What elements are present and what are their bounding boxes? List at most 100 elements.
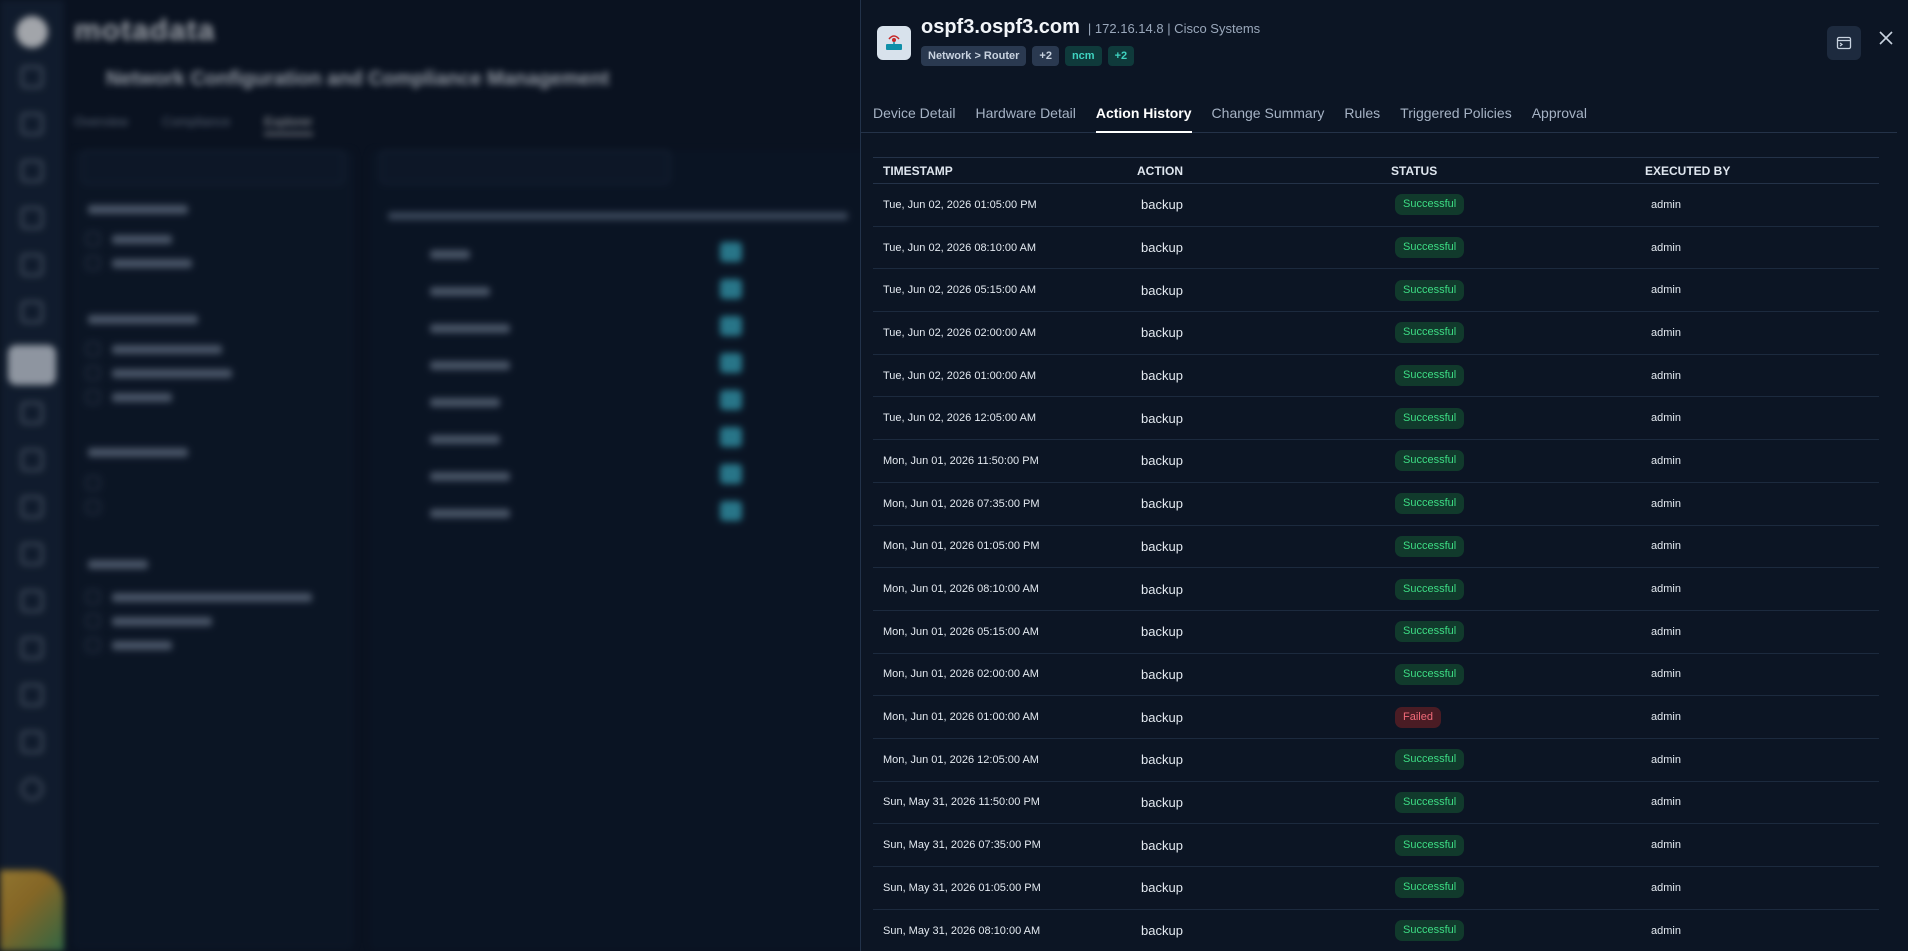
tab-explorer: Explorer [264,114,313,135]
grid-row-text [430,509,510,518]
cell-status: Successful [1381,439,1635,483]
filter-label [112,393,172,402]
table-row[interactable]: Sun, May 31, 2026 01:05:00 PM backup Succe… [873,866,1879,910]
cell-executed-by: admin [1635,311,1879,355]
status-badge: Successful [1395,194,1465,216]
cell-executed-by: admin [1635,610,1879,654]
cell-status: Successful [1381,525,1635,569]
filter-checkbox [86,614,100,628]
table-row[interactable]: Sun, May 31, 2026 07:35:00 PM backup Succe… [873,823,1879,867]
column-header-status[interactable]: STATUS [1381,157,1635,184]
table-row[interactable]: Sun, May 31, 2026 11:50:00 PM backup Succe… [873,781,1879,825]
close-icon [1879,31,1893,45]
filter-group-heading [88,315,198,324]
device-name: ospf3.ospf3.com [921,16,1080,38]
table-row[interactable]: Tue, Jun 02, 2026 02:00:00 AM backup Succe… [873,311,1879,355]
tab-rules[interactable]: Rules [1344,88,1380,133]
table-row[interactable]: Mon, Jun 01, 2026 02:00:00 AM backup Succe… [873,653,1879,697]
cell-executed-by: admin [1635,183,1879,227]
cell-executed-by: admin [1635,695,1879,739]
filter-checkbox [86,232,100,246]
table-row[interactable]: Tue, Jun 02, 2026 01:00:00 AM backup Succe… [873,354,1879,398]
status-badge: Successful [1395,450,1465,472]
filter-checkbox [86,638,100,652]
cell-timestamp: Mon, Jun 01, 2026 01:00:00 AM [873,695,1127,739]
filter-label [112,345,222,354]
background-app: motadata Network Configuration and Compl… [0,0,870,951]
table-row[interactable]: Mon, Jun 01, 2026 05:15:00 AM backup Succe… [873,610,1879,654]
table-row[interactable]: Mon, Jun 01, 2026 01:00:00 AM backup Faile… [873,695,1879,739]
cell-status: Successful [1381,909,1635,951]
filter-group-heading [88,448,188,457]
device-detail-drawer: ospf3.ospf3.com | 172.16.14.8 | Cisco Sy… [860,0,1908,951]
cell-action: backup [1127,482,1381,526]
table-row[interactable]: Mon, Jun 01, 2026 01:05:00 PM backup Succe… [873,525,1879,569]
cell-action: backup [1127,311,1381,355]
cell-executed-by: admin [1635,781,1879,825]
device-grid [370,150,870,950]
filter-label [112,641,172,650]
device-tags: Network > Router +2 ncm +2 [921,46,1135,66]
filter-checkbox [86,390,100,404]
router-icon [720,427,742,447]
grid-row-text [430,287,490,296]
router-icon [720,242,742,262]
cell-executed-by: admin [1635,738,1879,782]
tab-device-detail[interactable]: Device Detail [873,88,955,133]
filter-label [112,235,172,244]
table-row[interactable]: Mon, Jun 01, 2026 11:50:00 PM backup Succe… [873,439,1879,483]
app-sidebar [0,0,64,951]
close-button[interactable] [1874,26,1898,50]
filter-label [112,593,312,602]
cell-timestamp: Mon, Jun 01, 2026 02:00:00 AM [873,653,1127,697]
column-header-timestamp[interactable]: TIMESTAMP [873,157,1127,184]
cell-action: backup [1127,567,1381,611]
tab-hardware-detail[interactable]: Hardware Detail [975,88,1075,133]
table-row[interactable]: Tue, Jun 02, 2026 12:05:00 AM backup Succe… [873,396,1879,441]
display-icon [21,543,43,565]
cell-action: backup [1127,866,1381,910]
table-row[interactable]: Mon, Jun 01, 2026 12:05:00 AM backup Succe… [873,738,1879,782]
inventory-icon [21,254,43,276]
tag-more-count[interactable]: +2 [1032,46,1059,66]
log-icon [21,590,43,612]
settings-icon [21,778,43,800]
table-row[interactable]: Sun, May 31, 2026 08:10:00 AM backup Succe… [873,909,1879,951]
column-header-action[interactable]: ACTION [1127,157,1381,184]
table-row[interactable]: Mon, Jun 01, 2026 07:35:00 PM backup Succe… [873,482,1879,526]
router-icon [720,316,742,336]
cell-timestamp: Mon, Jun 01, 2026 05:15:00 AM [873,610,1127,654]
cell-status: Successful [1381,396,1635,441]
tab-action-history[interactable]: Action History [1095,88,1192,133]
status-badge: Successful [1395,621,1465,643]
column-header-executed-by[interactable]: EXECUTED BY [1635,157,1879,184]
status-badge: Successful [1395,279,1465,301]
router-icon [720,501,742,521]
status-badge: Successful [1395,535,1465,557]
filter-label [112,617,212,626]
cell-action: backup [1127,738,1381,782]
table-row[interactable]: Tue, Jun 02, 2026 01:05:00 PM backup Succe… [873,183,1879,227]
cell-executed-by: admin [1635,653,1879,697]
router-icon [720,390,742,410]
filter-group-heading [88,560,148,569]
terminal-button[interactable] [1827,26,1861,60]
cell-timestamp: Sun, May 31, 2026 07:35:00 PM [873,823,1127,867]
clipboard-icon [21,731,43,753]
tag-ncm: ncm [1064,46,1102,66]
table-row[interactable]: Tue, Jun 02, 2026 05:15:00 AM backup Succe… [873,268,1879,313]
tab-triggered-policies[interactable]: Triggered Policies [1400,88,1512,133]
table-row[interactable]: Tue, Jun 02, 2026 08:10:00 AM backup Succe… [873,226,1879,270]
tab-compliance: Compliance [161,114,231,129]
app-logo-icon [16,16,48,48]
tab-change-summary[interactable]: Change Summary [1212,88,1325,133]
filter-checkbox [86,590,100,604]
filter-checkbox [86,500,100,514]
cell-timestamp: Tue, Jun 02, 2026 12:05:00 AM [873,396,1127,441]
tab-approval[interactable]: Approval [1532,88,1587,133]
sidebar-decoration [0,870,64,951]
table-row[interactable]: Mon, Jun 01, 2026 08:10:00 AM backup Succe… [873,567,1879,611]
cell-status: Successful [1381,866,1635,910]
tag-more-count[interactable]: +2 [1107,46,1135,66]
cell-status: Successful [1381,183,1635,227]
